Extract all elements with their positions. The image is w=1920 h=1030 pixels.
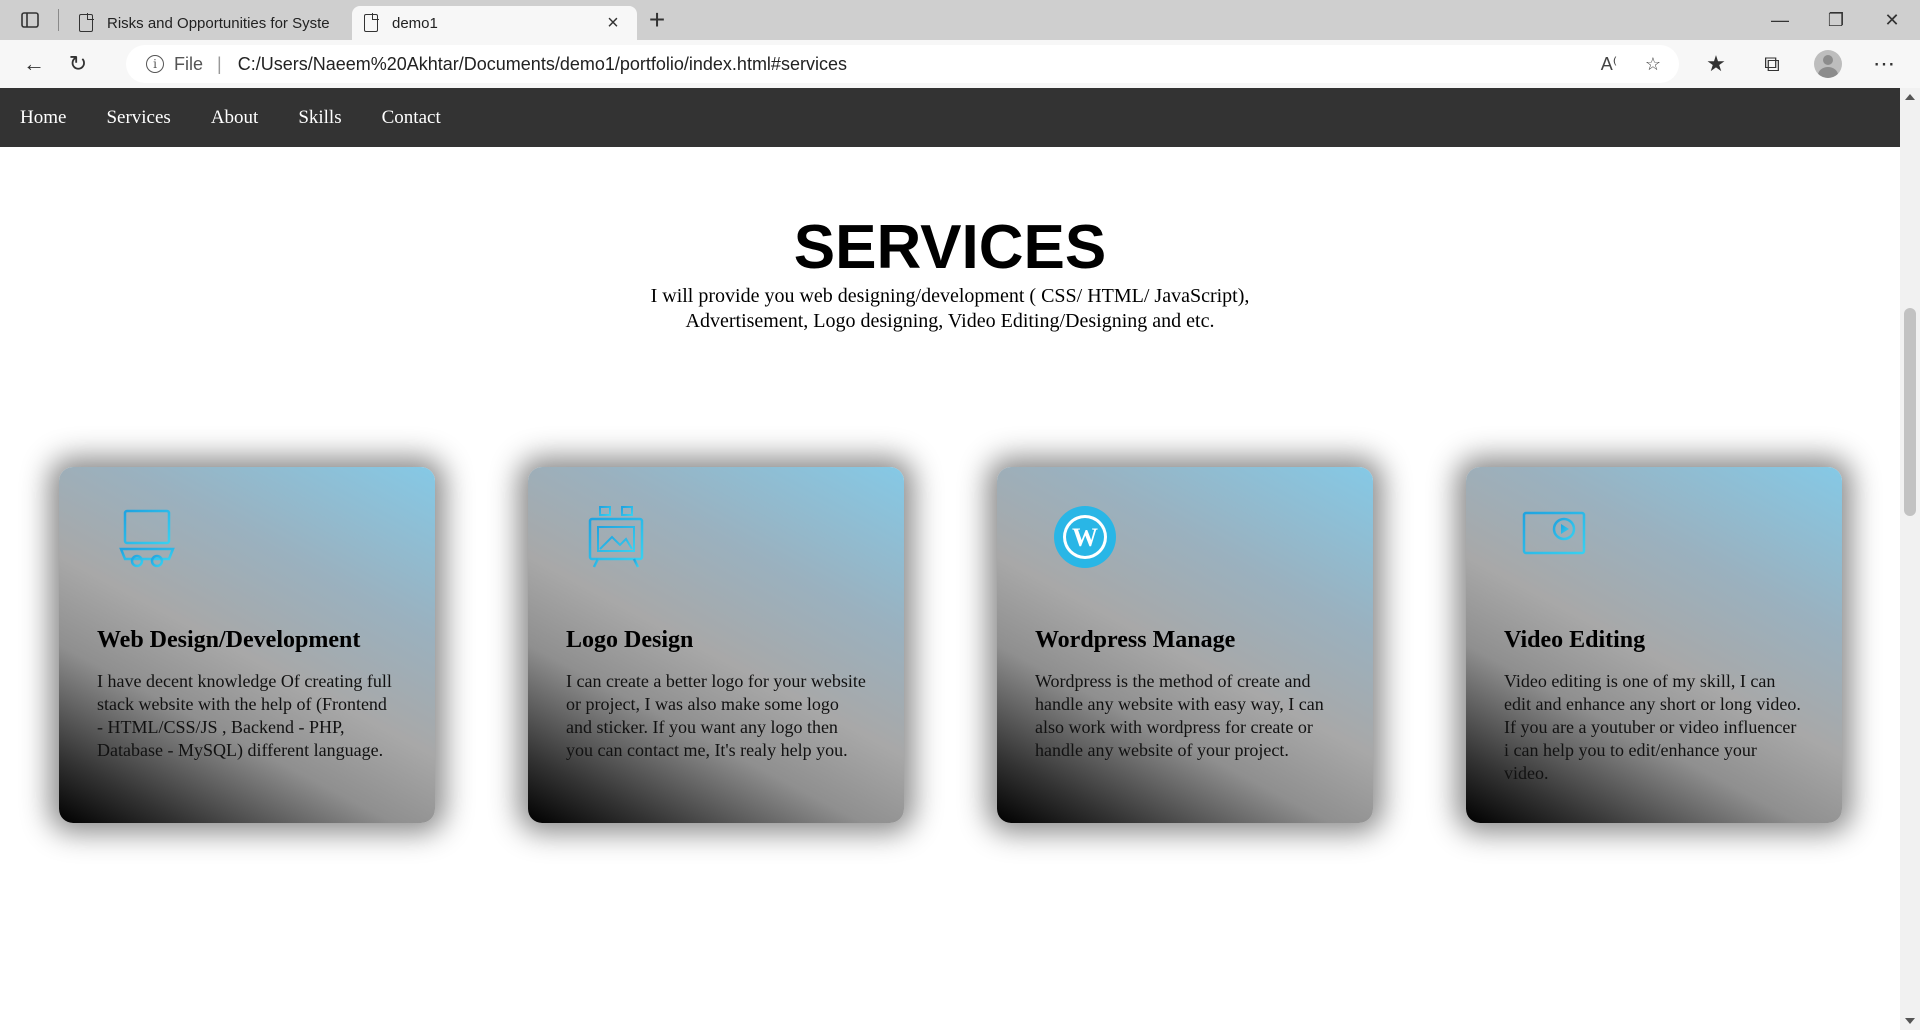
tab-actions-button[interactable] xyxy=(10,0,50,40)
add-favorite-icon[interactable]: ☆ xyxy=(1637,54,1669,75)
logo-design-icon xyxy=(588,506,644,568)
services-title: SERVICES xyxy=(793,213,1107,282)
card-title: Video Editing xyxy=(1504,627,1646,653)
tab-title: Risks and Opportunities for Syste xyxy=(107,14,330,32)
tab-actions-icon xyxy=(21,12,39,28)
card-text: I can create a better logo for your webs… xyxy=(566,671,866,760)
card-title: Logo Design xyxy=(566,627,694,653)
card-text: Video editing is one of my skill, I can … xyxy=(1504,671,1801,783)
page-scrollbar[interactable] xyxy=(1900,88,1920,1030)
nav-contact[interactable]: Contact xyxy=(382,107,441,129)
web-development-icon xyxy=(119,509,175,568)
card-title: Web Design/Development xyxy=(97,627,361,653)
address-divider: | xyxy=(217,53,222,74)
wordpress-icon: W xyxy=(1054,506,1116,568)
back-icon[interactable]: ← xyxy=(12,44,56,84)
restore-icon[interactable]: ❐ xyxy=(1808,0,1864,40)
window-controls: — ❐ ✕ xyxy=(1752,0,1920,40)
card-title: Wordpress Manage xyxy=(1035,627,1236,653)
nav-home[interactable]: Home xyxy=(20,107,66,129)
close-tab-icon[interactable]: × xyxy=(601,12,625,35)
read-aloud-icon[interactable]: A⁽ xyxy=(1593,54,1625,75)
close-window-icon[interactable]: ✕ xyxy=(1864,0,1920,40)
collections-icon[interactable]: ⧉ xyxy=(1744,44,1800,84)
address-bar[interactable]: i File | C:/Users/Naeem%20Akhtar/Documen… xyxy=(126,45,1679,83)
minimize-icon[interactable]: — xyxy=(1752,0,1808,40)
browser-tab-strip: Risks and Opportunities for Syste demo1 … xyxy=(0,0,1920,40)
svg-text:W: W xyxy=(1072,523,1098,552)
browser-tab-1[interactable]: Risks and Opportunities for Syste xyxy=(67,6,352,40)
favorites-icon[interactable]: ★ xyxy=(1688,44,1744,84)
video-editing-icon xyxy=(1522,511,1586,561)
tab-title: demo1 xyxy=(392,14,438,32)
profile-button[interactable] xyxy=(1800,44,1856,84)
nav-services[interactable]: Services xyxy=(106,107,170,129)
scroll-thumb[interactable] xyxy=(1904,308,1916,516)
page-icon xyxy=(364,13,379,32)
browser-toolbar: ← ↻ i File | C:/Users/Naeem%20Akhtar/Doc… xyxy=(0,40,1920,88)
site-nav: Home Services About Skills Contact xyxy=(0,88,1900,147)
url-text[interactable]: C:/Users/Naeem%20Akhtar/Documents/demo1/… xyxy=(238,54,847,75)
more-icon[interactable]: ⋯ xyxy=(1856,44,1912,84)
scroll-down-icon[interactable] xyxy=(1905,1018,1915,1024)
service-card-logo: Logo Design I can create a better logo f… xyxy=(528,467,904,823)
service-card-web: Web Design/Development I have decent kno… xyxy=(59,467,435,823)
page-icon xyxy=(79,13,94,32)
reload-icon[interactable]: ↻ xyxy=(56,44,100,84)
browser-tab-2[interactable]: demo1 × xyxy=(352,6,637,40)
nav-about[interactable]: About xyxy=(211,107,259,129)
card-text: Wordpress is the method of create and ha… xyxy=(1035,671,1324,760)
avatar xyxy=(1814,50,1842,78)
service-card-video: Video Editing Video editing is one of my… xyxy=(1466,467,1842,823)
tab-separator xyxy=(58,9,59,31)
nav-skills[interactable]: Skills xyxy=(298,107,341,129)
services-subtitle: I will provide you web designing/develop… xyxy=(650,285,1250,332)
scroll-up-icon[interactable] xyxy=(1905,94,1915,100)
card-text: I have decent knowledge Of creating full… xyxy=(97,671,392,760)
service-card-wordpress: W Wordpress Manage Wordpress is the meth… xyxy=(997,467,1373,823)
site-info-icon[interactable]: i xyxy=(146,55,164,73)
scheme-label: File xyxy=(174,53,204,74)
page-viewport: Home Services About Skills Contact SERVI… xyxy=(0,88,1920,1030)
new-tab-button[interactable]: + xyxy=(637,0,677,40)
